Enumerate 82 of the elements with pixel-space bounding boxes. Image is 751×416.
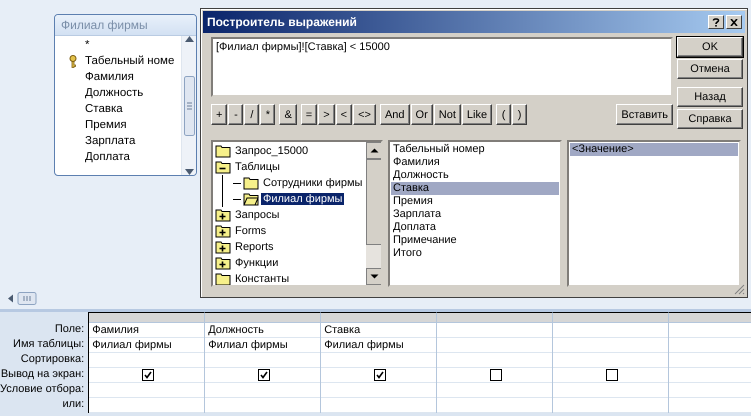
tree-item[interactable]: Forms	[233, 225, 268, 237]
operator-button[interactable]: +	[211, 104, 228, 125]
field-name[interactable]: *	[85, 39, 90, 51]
scroll-down-button[interactable]	[366, 268, 381, 285]
list-item[interactable]: Табельный номер	[391, 143, 559, 156]
scroll-thumb[interactable]	[184, 76, 194, 136]
operator-button[interactable]: >	[318, 104, 335, 125]
open-folder-icon	[243, 192, 259, 206]
dialog-button[interactable]: Отмена	[677, 59, 743, 79]
tree-item[interactable]: Reports	[233, 241, 276, 253]
field-cell[interactable]: Ставка	[324, 324, 360, 336]
list-item[interactable]: Ставка	[391, 182, 559, 195]
scroll-up-button[interactable]	[366, 142, 381, 159]
operator-button[interactable]: =	[300, 104, 318, 125]
table-name-cell[interactable]: Филиал фирмы	[208, 339, 288, 351]
tree-item[interactable]: Запросы	[233, 209, 282, 221]
vertical-scrollbar[interactable]	[181, 36, 196, 175]
field-name[interactable]: Фамилия	[85, 71, 134, 83]
field-name[interactable]: Должность	[85, 87, 144, 99]
field-name[interactable]: Зарплата	[85, 135, 136, 147]
show-checkbox[interactable]	[490, 369, 502, 381]
vertical-scrollbar[interactable]	[366, 142, 381, 285]
operator-button[interactable]: And	[380, 104, 410, 125]
folder-icon	[243, 176, 259, 190]
table-name-cell[interactable]: Филиал фирмы	[92, 339, 172, 351]
tree-item[interactable]: Сотрудники фирмы	[261, 177, 364, 189]
field-name[interactable]: Доплата	[85, 151, 130, 163]
field-name[interactable]: Табельный номе	[85, 55, 174, 67]
field-cell[interactable]: Фамилия	[92, 324, 139, 336]
question-mark-icon	[712, 18, 720, 26]
row-label: или:	[61, 397, 86, 412]
table-box-title: Филиал фирмы	[55, 15, 196, 36]
show-checkbox[interactable]	[142, 369, 154, 381]
list-item[interactable]: Итого	[391, 247, 559, 260]
list-item[interactable]: <Значение>	[570, 143, 738, 156]
operator-button[interactable]: (	[496, 104, 512, 125]
operator-button[interactable]: Or	[410, 104, 433, 125]
row-label: Имя таблицы:	[12, 337, 86, 352]
field-name[interactable]: Ставка	[85, 103, 123, 115]
show-checkbox[interactable]	[606, 369, 618, 381]
tree-item[interactable]: Филиал фирмы	[261, 193, 344, 205]
tree-item[interactable]: Таблицы	[233, 161, 282, 173]
operator-button[interactable]: /	[244, 104, 260, 125]
help-button[interactable]	[708, 15, 724, 29]
folder-icon	[215, 144, 231, 158]
resize-grip-icon[interactable]	[734, 284, 745, 295]
row-label: Вывод на экран:	[0, 367, 86, 382]
operator-button[interactable]: <>	[353, 104, 376, 125]
list-item[interactable]: Фамилия	[391, 156, 559, 169]
table-name-cell[interactable]: Филиал фирмы	[324, 339, 404, 351]
field-name[interactable]: Премия	[85, 119, 127, 131]
list-item[interactable]: Примечание	[391, 234, 559, 247]
list-item[interactable]: Должность	[391, 169, 559, 182]
tree-item[interactable]: Константы	[233, 273, 292, 285]
list-item[interactable]: Зарплата	[391, 208, 559, 221]
scroll-down-icon[interactable]	[184, 169, 194, 175]
field-cell[interactable]: Должность	[208, 324, 264, 336]
close-icon	[730, 18, 738, 26]
folder-icon	[215, 272, 231, 285]
operator-button[interactable]: <	[336, 104, 352, 125]
dialog-button[interactable]: Справка	[677, 109, 743, 129]
list-item[interactable]: Премия	[391, 195, 559, 208]
operator-button[interactable]: )	[512, 104, 528, 125]
dialog-button[interactable]: OK	[677, 37, 743, 57]
tree-item[interactable]: Функции	[233, 257, 280, 269]
insert-button[interactable]: Вставить	[616, 104, 673, 125]
expression-field[interactable]: [Филиал фирмы]![Ставка] < 15000	[211, 37, 673, 97]
operator-button[interactable]: *	[260, 104, 276, 125]
row-label: Поле:	[54, 322, 86, 337]
operator-button[interactable]: &	[279, 104, 297, 125]
row-label: Условие отбора:	[0, 382, 86, 397]
list-item[interactable]: Доплата	[391, 221, 559, 234]
row-label: Сортировка:	[20, 352, 86, 367]
operator-button[interactable]: -	[228, 104, 244, 125]
show-checkbox[interactable]	[374, 369, 386, 381]
dialog-button[interactable]: Назад	[677, 87, 743, 107]
show-checkbox[interactable]	[258, 369, 270, 381]
close-button[interactable]	[726, 15, 742, 29]
operator-button[interactable]: Like	[462, 104, 492, 125]
operator-button[interactable]: Not	[434, 104, 461, 125]
dialog-title: Построитель выражений	[207, 15, 357, 29]
tree-item[interactable]: Запрос_15000	[233, 145, 310, 157]
